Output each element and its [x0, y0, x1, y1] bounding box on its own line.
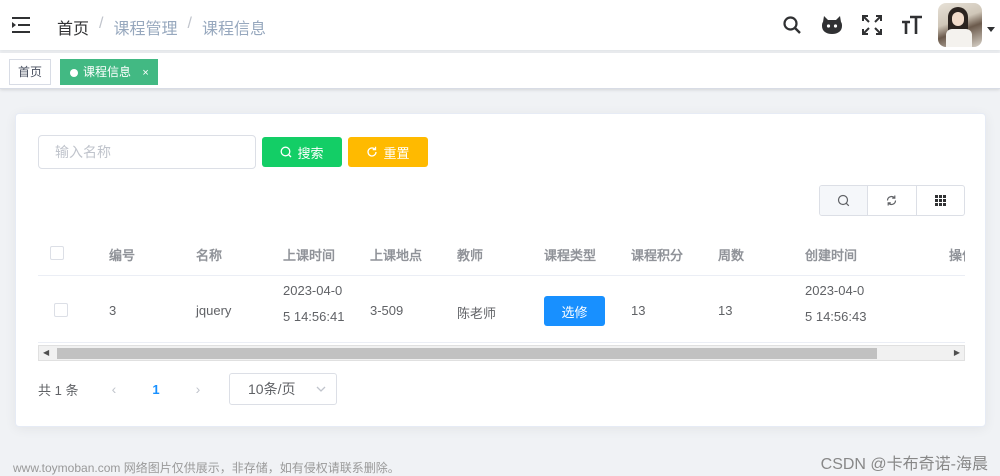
navbar: 首页 / 课程管理 / 课程信息 [0, 0, 1000, 50]
breadcrumb-item-course-info: 课程信息 [201, 21, 266, 38]
cell-time-line2: 5 14:56:41 [283, 309, 345, 324]
tag-course-info[interactable]: 课程信息 × [60, 59, 158, 85]
scroll-right-icon[interactable]: ▶ [954, 348, 960, 357]
table-toolbar [819, 185, 965, 216]
page-size-value: 10条/页 [248, 381, 296, 397]
cell-id: 3 [109, 303, 117, 318]
column-header: 教师 [457, 248, 484, 263]
search-icon[interactable] [772, 0, 812, 50]
column-header: 操作 [949, 248, 965, 263]
tag-label: 首页 [18, 65, 43, 79]
close-icon[interactable]: × [142, 67, 148, 79]
search-button-label: 搜索 [297, 145, 324, 161]
horizontal-scrollbar[interactable]: ◀ ▶ [38, 345, 965, 361]
content-card: 输入名称 搜索 重置 编号 名称 上课时间 上课地点 教师 课程类型 课程积分 … [15, 113, 986, 427]
reset-button-label: 重置 [383, 145, 410, 161]
tag-label: 课程信息 [83, 65, 132, 79]
search-icon [838, 194, 850, 207]
font-size-icon[interactable] [892, 0, 932, 50]
watermark-right: CSDN @卡布奇诺-海晨 [820, 456, 988, 473]
github-icon[interactable] [812, 0, 852, 50]
watermark-left: www.toymoban.com 网络图片仅供展示，非存储，如有侵权请联系删除。 [13, 461, 400, 475]
cell-weeks: 13 [718, 303, 733, 318]
column-header: 上课时间 [283, 248, 336, 263]
column-header: 周数 [718, 248, 745, 263]
pagination: 共 1 条 ‹ 1 › 10条/页 [38, 373, 337, 405]
row-checkbox[interactable] [54, 303, 68, 317]
select-all-checkbox[interactable] [50, 246, 64, 260]
fullscreen-icon[interactable] [852, 0, 892, 50]
refresh-icon [887, 195, 897, 206]
column-header: 课程类型 [544, 248, 597, 263]
course-type-tag: 选修 [544, 296, 605, 326]
caret-down-icon[interactable] [982, 27, 1000, 33]
page-size-select[interactable]: 10条/页 [229, 373, 337, 405]
scroll-left-icon[interactable]: ◀ [43, 348, 49, 357]
pagination-total: 共 1 条 [38, 382, 79, 398]
search-button[interactable]: 搜索 [262, 137, 342, 167]
refresh-button[interactable] [867, 186, 915, 215]
refresh-icon [367, 146, 378, 157]
tag-home[interactable]: 首页 [9, 59, 52, 85]
cell-time-line1: 2023-04-0 [283, 283, 343, 298]
breadcrumb-item-home[interactable]: 首页 [57, 15, 89, 39]
column-header: 名称 [196, 248, 223, 263]
next-page-icon[interactable]: › [184, 381, 212, 397]
columns-button[interactable] [915, 186, 964, 215]
cell-teacher: 陈老师 [457, 306, 497, 321]
cell-created-line2: 5 14:56:43 [805, 309, 867, 324]
breadcrumb-separator: / [99, 15, 104, 32]
column-header: 课程积分 [631, 248, 684, 263]
navbar-right-menu [772, 0, 1000, 50]
chevron-down-icon [316, 386, 326, 392]
cell-credit: 13 [631, 303, 646, 318]
column-header: 编号 [109, 248, 136, 263]
reset-button[interactable]: 重置 [348, 137, 428, 167]
prev-page-icon[interactable]: ‹ [100, 381, 128, 397]
column-header: 创建时间 [805, 248, 858, 263]
scrollbar-thumb[interactable] [57, 348, 877, 359]
column-header: 上课地点 [370, 248, 423, 263]
toggle-search-button[interactable] [820, 186, 868, 215]
search-input[interactable]: 输入名称 [38, 135, 256, 169]
cell-created-line1: 2023-04-0 [805, 283, 865, 298]
table-row: 3 jquery 2023-04-0 5 14:56:41 3-509 陈老师 … [38, 277, 965, 343]
breadcrumb-separator: / [187, 15, 192, 32]
course-table: 编号 名称 上课时间 上课地点 教师 课程类型 课程积分 周数 创建时间 操作 … [38, 230, 965, 364]
hamburger-menu-icon[interactable] [10, 14, 32, 36]
tags-view: 首页 课程信息 × [0, 53, 1000, 89]
table-header: 编号 名称 上课时间 上课地点 教师 课程类型 课程积分 周数 创建时间 操作 [38, 230, 965, 276]
search-icon [281, 146, 292, 158]
breadcrumb-item-course-management[interactable]: 课程管理 [113, 15, 177, 39]
grid-icon [934, 195, 946, 206]
page-number[interactable]: 1 [128, 382, 184, 397]
avatar[interactable] [938, 3, 982, 47]
cell-name: jquery [196, 303, 232, 318]
cell-place: 3-509 [370, 303, 404, 318]
breadcrumb: 首页 / 课程管理 / 课程信息 [57, 15, 266, 39]
